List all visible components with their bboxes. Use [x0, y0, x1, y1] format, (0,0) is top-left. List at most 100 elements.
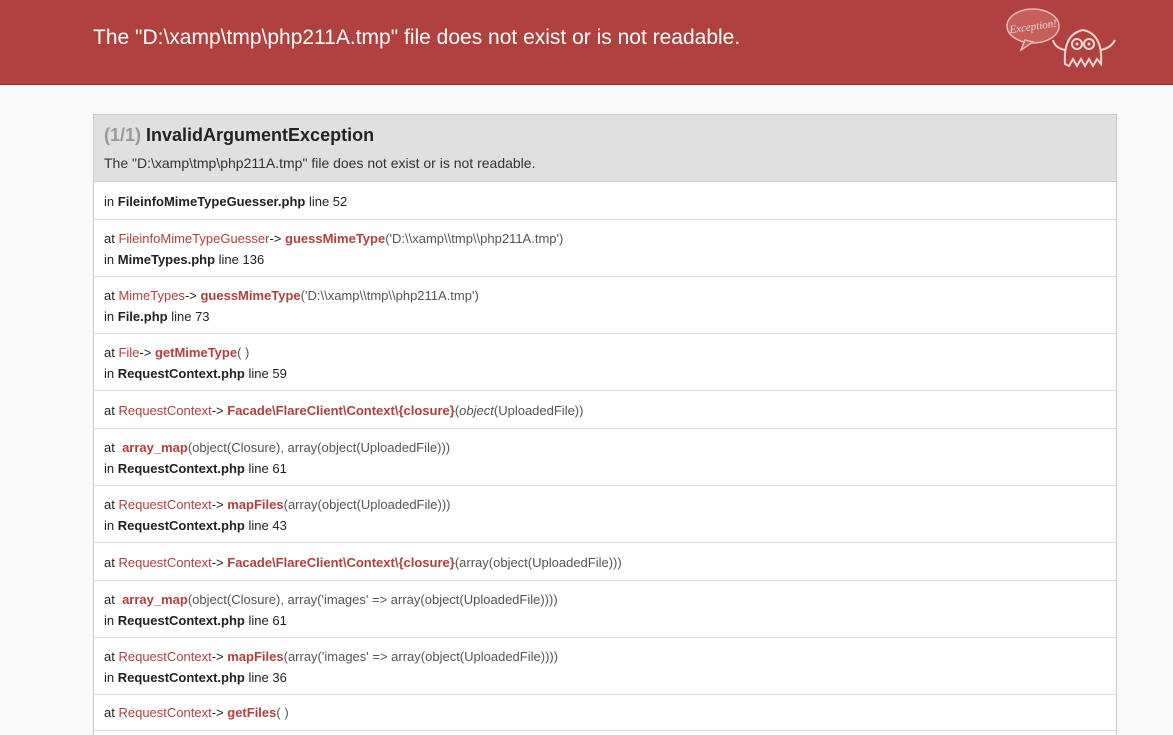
trace-line: line 36: [248, 670, 287, 685]
trace-file: FileinfoMimeTypeGuesser.php: [117, 194, 306, 209]
trace-function: mapFiles: [227, 497, 284, 512]
in-label: in: [104, 194, 115, 209]
trace-row: at RequestContext-> mapFiles(array(objec…: [94, 486, 1116, 543]
trace-file: MimeTypes.php: [117, 252, 216, 267]
trace-class: RequestContext: [118, 497, 212, 512]
trace-row: at RequestContext-> Facade\FlareClient\C…: [94, 543, 1116, 581]
in-label: in: [104, 252, 115, 267]
trace-class: RequestContext: [118, 705, 212, 720]
trace-call: at array_map(object(Closure), array(obje…: [104, 440, 450, 455]
trace-arrow: ->: [269, 231, 282, 246]
trace-arrow: ->: [184, 288, 197, 303]
at-label: at: [104, 440, 115, 455]
trace-file: RequestContext.php: [117, 366, 245, 381]
error-header: The "D:\xamp\tmp\php211A.tmp" file does …: [0, 0, 1173, 85]
trace-arrow: ->: [211, 497, 224, 512]
trace-class: RequestContext: [118, 555, 212, 570]
trace-line: line 43: [248, 518, 287, 533]
trace-file: RequestContext.php: [117, 613, 245, 628]
trace-args: (object(Closure), array(object(UploadedF…: [187, 440, 451, 455]
trace-file: RequestContext.php: [117, 670, 245, 685]
at-label: at: [104, 555, 115, 570]
trace-location: in RequestContext.php line 36: [104, 670, 287, 685]
exception-ghost-logo: Exception!: [1006, 8, 1116, 69]
trace-row: in FileinfoMimeTypeGuesser.php line 52: [94, 182, 1116, 220]
trace-args: (object(Closure), array('images' => arra…: [187, 592, 558, 607]
in-label: in: [104, 670, 115, 685]
at-label: at: [104, 403, 115, 418]
trace-location: in RequestContext.php line 61: [104, 613, 287, 628]
trace-function: getMimeType: [154, 345, 238, 360]
trace-location: in RequestContext.php line 43: [104, 518, 287, 533]
in-label: in: [104, 518, 115, 533]
in-label: in: [104, 309, 115, 324]
at-label: at: [104, 497, 115, 512]
trace-line: line 61: [248, 461, 287, 476]
trace-file: RequestContext.php: [117, 518, 245, 533]
at-label: at: [104, 345, 115, 360]
trace-call: at RequestContext-> mapFiles(array('imag…: [104, 649, 558, 664]
exception-title: (1/1) InvalidArgumentException: [104, 125, 374, 146]
trace-call: at RequestContext-> Facade\FlareClient\C…: [104, 555, 622, 570]
trace-args: (object(UploadedFile)): [454, 403, 584, 418]
trace-class: File: [118, 345, 140, 360]
trace-location: in RequestContext.php line 61: [104, 461, 287, 476]
exception-count: (1/1): [104, 125, 142, 145]
trace-call: at RequestContext-> mapFiles(array(objec…: [104, 497, 451, 512]
trace-line: line 59: [248, 366, 287, 381]
trace-args: ( ): [237, 345, 250, 360]
trace-args: (array('images' => array(object(Uploaded…: [283, 649, 559, 664]
trace-arrow: ->: [211, 705, 224, 720]
trace-location: in MimeTypes.php line 136: [104, 252, 264, 267]
trace-class: RequestContext: [118, 403, 212, 418]
trace-call: at FileinfoMimeTypeGuesser-> guessMimeTy…: [104, 231, 563, 246]
trace-call: at File-> getMimeType( ): [104, 345, 249, 360]
trace-function: guessMimeType: [285, 231, 386, 246]
exception-message: The "D:\xamp\tmp\php211A.tmp" file does …: [104, 155, 536, 171]
trace-call: at RequestContext-> Facade\FlareClient\C…: [104, 403, 583, 418]
trace-location: in FileinfoMimeTypeGuesser.php line 52: [104, 194, 347, 209]
trace-row: at File-> getMimeType( ) in RequestConte…: [94, 334, 1116, 391]
trace-class: MimeTypes: [118, 288, 185, 303]
trace-arrow: ->: [139, 345, 152, 360]
trace-line: line 136: [218, 252, 265, 267]
trace-function: array_map: [122, 592, 188, 607]
trace-function: guessMimeType: [200, 288, 301, 303]
trace-function: Facade\FlareClient\Context\{closure}: [227, 555, 455, 570]
trace-class: RequestContext: [118, 649, 212, 664]
trace-call: at RequestContext-> getFiles( ): [104, 705, 289, 720]
trace-row: at RequestContext-> getFiles( ): [94, 695, 1116, 731]
exception-panel: (1/1) InvalidArgumentException The "D:\x…: [93, 114, 1117, 735]
trace-call: at array_map(object(Closure), array('ima…: [104, 592, 558, 607]
trace-location: in File.php line 73: [104, 309, 210, 324]
trace-row: at MimeTypes-> guessMimeType('D:\\xamp\\…: [94, 277, 1116, 334]
at-label: at: [104, 288, 115, 303]
trace-row: at FileinfoMimeTypeGuesser-> guessMimeTy…: [94, 220, 1116, 277]
trace-args: ('D:\\xamp\\tmp\\php211A.tmp'): [385, 231, 564, 246]
trace-row: at array_map(object(Closure), array(obje…: [94, 429, 1116, 486]
exception-class: InvalidArgumentException: [146, 125, 375, 145]
trace-row: at RequestContext-> mapFiles(array('imag…: [94, 638, 1116, 695]
in-label: in: [104, 366, 115, 381]
trace-file: File.php: [117, 309, 168, 324]
trace-line: line 61: [248, 613, 287, 628]
trace-arrow: ->: [211, 403, 224, 418]
trace-arrow: ->: [211, 555, 224, 570]
trace-args: (array(object(UploadedFile))): [454, 555, 622, 570]
exception-header: (1/1) InvalidArgumentException The "D:\x…: [94, 115, 1116, 182]
trace-function: array_map: [122, 440, 188, 455]
trace-row: at RequestContext-> Facade\FlareClient\C…: [94, 391, 1116, 429]
trace-row: at array_map(object(Closure), array('ima…: [94, 581, 1116, 638]
trace-function: Facade\FlareClient\Context\{closure}: [227, 403, 455, 418]
in-label: in: [104, 613, 115, 628]
trace-line: line 52: [308, 194, 348, 209]
trace-args: (array(object(UploadedFile))): [283, 497, 451, 512]
trace-args: ( ): [276, 705, 289, 720]
trace-args: ('D:\\xamp\\tmp\\php211A.tmp'): [300, 288, 479, 303]
trace-class: FileinfoMimeTypeGuesser: [118, 231, 270, 246]
trace-line: line 73: [171, 309, 210, 324]
trace-function: mapFiles: [227, 649, 284, 664]
at-label: at: [104, 231, 115, 246]
at-label: at: [104, 592, 115, 607]
trace-function: getFiles: [227, 705, 277, 720]
